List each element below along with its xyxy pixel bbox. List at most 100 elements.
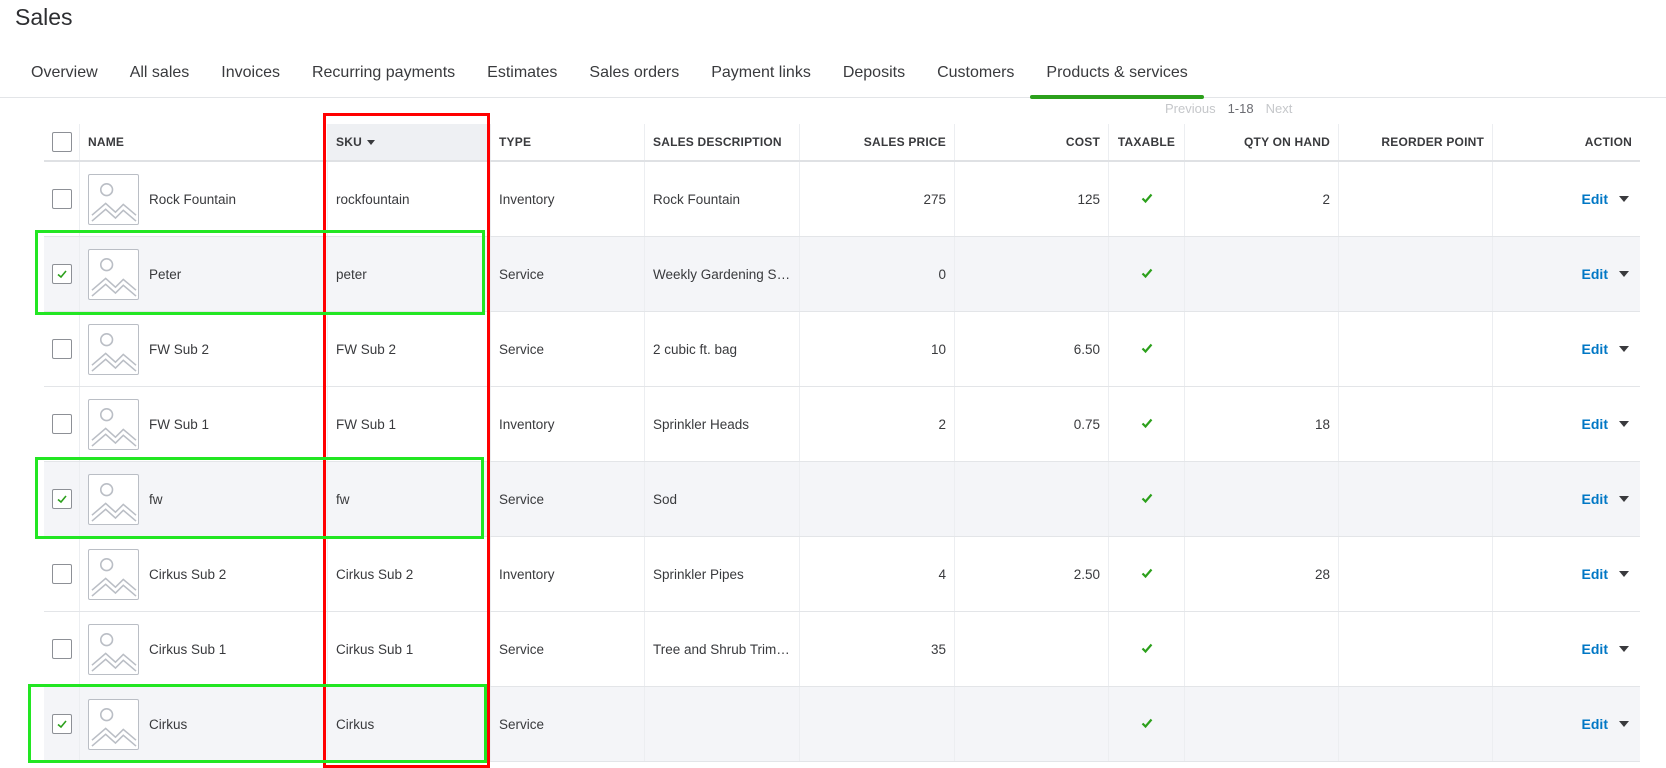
row-checkbox[interactable] — [51, 189, 72, 209]
description-text: Sprinkler Heads — [653, 416, 750, 432]
description-cell: Tree and Shrub Trim… — [645, 612, 800, 686]
product-name: Peter — [149, 266, 182, 282]
table-row[interactable]: Rock Fountain rockfountain Inventory Rock F… — [44, 162, 1640, 237]
tab-all-sales[interactable]: All sales — [114, 56, 206, 98]
description-text: 2 cubic ft. bag — [653, 341, 738, 357]
header-qty-on-hand[interactable]: QTY ON HAND — [1185, 124, 1339, 160]
taxable-cell — [1109, 537, 1185, 611]
tab-deposits[interactable]: Deposits — [827, 56, 921, 98]
sku-cell: fw — [328, 462, 491, 536]
cost-cell: 0.75 — [955, 387, 1109, 461]
edit-link[interactable]: Edit — [1582, 641, 1608, 657]
header-sales-price[interactable]: SALES PRICE — [800, 124, 955, 160]
image-placeholder-icon[interactable] — [88, 173, 139, 225]
action-menu-chevron-down-icon[interactable] — [1619, 496, 1629, 502]
qty-on-hand-cell — [1185, 237, 1339, 311]
description-text: Rock Fountain — [653, 191, 741, 207]
name-cell: fw — [80, 462, 328, 536]
type-cell: Service — [491, 237, 645, 311]
reorder-point-cell — [1339, 612, 1493, 686]
cost-cell — [955, 462, 1109, 536]
sales-price-cell — [800, 687, 955, 761]
row-checkbox[interactable] — [51, 639, 72, 659]
taxable-check-icon — [1140, 416, 1154, 433]
row-checkbox[interactable] — [51, 489, 72, 509]
edit-link[interactable]: Edit — [1582, 566, 1608, 582]
image-placeholder-icon[interactable] — [88, 623, 139, 675]
image-placeholder-icon[interactable] — [88, 473, 139, 525]
image-placeholder-icon[interactable] — [88, 548, 139, 600]
select-all-checkbox[interactable] — [51, 132, 72, 152]
sku-cell: peter — [328, 237, 491, 311]
image-placeholder-icon[interactable] — [88, 248, 139, 300]
taxable-cell — [1109, 387, 1185, 461]
taxable-check-icon — [1140, 491, 1154, 508]
taxable-check-icon — [1140, 641, 1154, 658]
row-checkbox[interactable] — [51, 564, 72, 584]
edit-link[interactable]: Edit — [1582, 341, 1608, 357]
header-sku[interactable]: SKU — [328, 124, 491, 160]
header-taxable[interactable]: TAXABLE — [1109, 124, 1185, 160]
action-menu-chevron-down-icon[interactable] — [1619, 646, 1629, 652]
header-name[interactable]: NAME — [80, 124, 328, 160]
table-row[interactable]: FW Sub 1 FW Sub 1 Inventory Sprinkler Heads… — [44, 387, 1640, 462]
image-placeholder-icon[interactable] — [88, 698, 139, 750]
taxable-check-icon — [1140, 566, 1154, 583]
table-row[interactable]: Cirkus Cirkus Service Edit — [44, 687, 1640, 762]
previous-page-link[interactable]: Previous — [1165, 101, 1216, 116]
tab-overview[interactable]: Overview — [15, 56, 114, 98]
tab-invoices[interactable]: Invoices — [205, 56, 296, 98]
taxable-cell — [1109, 612, 1185, 686]
action-menu-chevron-down-icon[interactable] — [1619, 271, 1629, 277]
action-menu-chevron-down-icon[interactable] — [1619, 346, 1629, 352]
edit-link[interactable]: Edit — [1582, 416, 1608, 432]
header-type[interactable]: TYPE — [491, 124, 645, 160]
table-row[interactable]: Peter peter Service Weekly Gardening S… 0 Edi… — [44, 237, 1640, 312]
cost-cell — [955, 612, 1109, 686]
header-sales-description[interactable]: SALES DESCRIPTION — [645, 124, 800, 160]
taxable-cell — [1109, 312, 1185, 386]
tab-recurring-payments[interactable]: Recurring payments — [296, 56, 471, 98]
product-name: fw — [149, 491, 163, 507]
tab-payment-links[interactable]: Payment links — [695, 56, 827, 98]
tab-customers[interactable]: Customers — [921, 56, 1030, 98]
next-page-link[interactable]: Next — [1266, 101, 1293, 116]
row-checkbox[interactable] — [51, 339, 72, 359]
header-action: ACTION — [1584, 135, 1632, 149]
row-checkbox[interactable] — [51, 264, 72, 284]
cost-cell: 125 — [955, 162, 1109, 236]
table-row[interactable]: FW Sub 2 FW Sub 2 Service 2 cubic ft. bag 10… — [44, 312, 1640, 387]
qty-on-hand-cell — [1185, 462, 1339, 536]
header-reorder-point[interactable]: REORDER POINT — [1339, 124, 1493, 160]
edit-link[interactable]: Edit — [1582, 191, 1608, 207]
edit-link[interactable]: Edit — [1582, 266, 1608, 282]
action-menu-chevron-down-icon[interactable] — [1619, 421, 1629, 427]
tab-products-services[interactable]: Products & services — [1030, 56, 1205, 99]
page-range: 1-18 — [1227, 101, 1254, 116]
description-text: Sod — [653, 491, 678, 507]
table-row[interactable]: Cirkus Sub 1 Cirkus Sub 1 Service Tree and … — [44, 612, 1640, 687]
action-cell: Edit — [1493, 612, 1640, 686]
cost-cell — [955, 687, 1109, 761]
qty-on-hand-cell — [1185, 687, 1339, 761]
image-placeholder-icon[interactable] — [88, 398, 139, 450]
type-cell: Service — [491, 612, 645, 686]
cost-cell — [955, 237, 1109, 311]
action-menu-chevron-down-icon[interactable] — [1619, 571, 1629, 577]
qty-on-hand-cell: 28 — [1185, 537, 1339, 611]
action-menu-chevron-down-icon[interactable] — [1619, 721, 1629, 727]
image-placeholder-icon[interactable] — [88, 323, 139, 375]
table-row[interactable]: fw fw Service Sod Edit — [44, 462, 1640, 537]
type-cell: Service — [491, 312, 645, 386]
row-checkbox[interactable] — [51, 414, 72, 434]
row-checkbox[interactable] — [51, 714, 72, 734]
table-row[interactable]: Cirkus Sub 2 Cirkus Sub 2 Inventory Sprinkl… — [44, 537, 1640, 612]
edit-link[interactable]: Edit — [1582, 491, 1608, 507]
reorder-point-cell — [1339, 162, 1493, 236]
header-cost[interactable]: COST — [955, 124, 1109, 160]
action-menu-chevron-down-icon[interactable] — [1619, 196, 1629, 202]
tab-estimates[interactable]: Estimates — [471, 56, 573, 98]
tab-sales-orders[interactable]: Sales orders — [573, 56, 695, 98]
row-select-cell — [44, 162, 80, 236]
edit-link[interactable]: Edit — [1582, 716, 1608, 732]
